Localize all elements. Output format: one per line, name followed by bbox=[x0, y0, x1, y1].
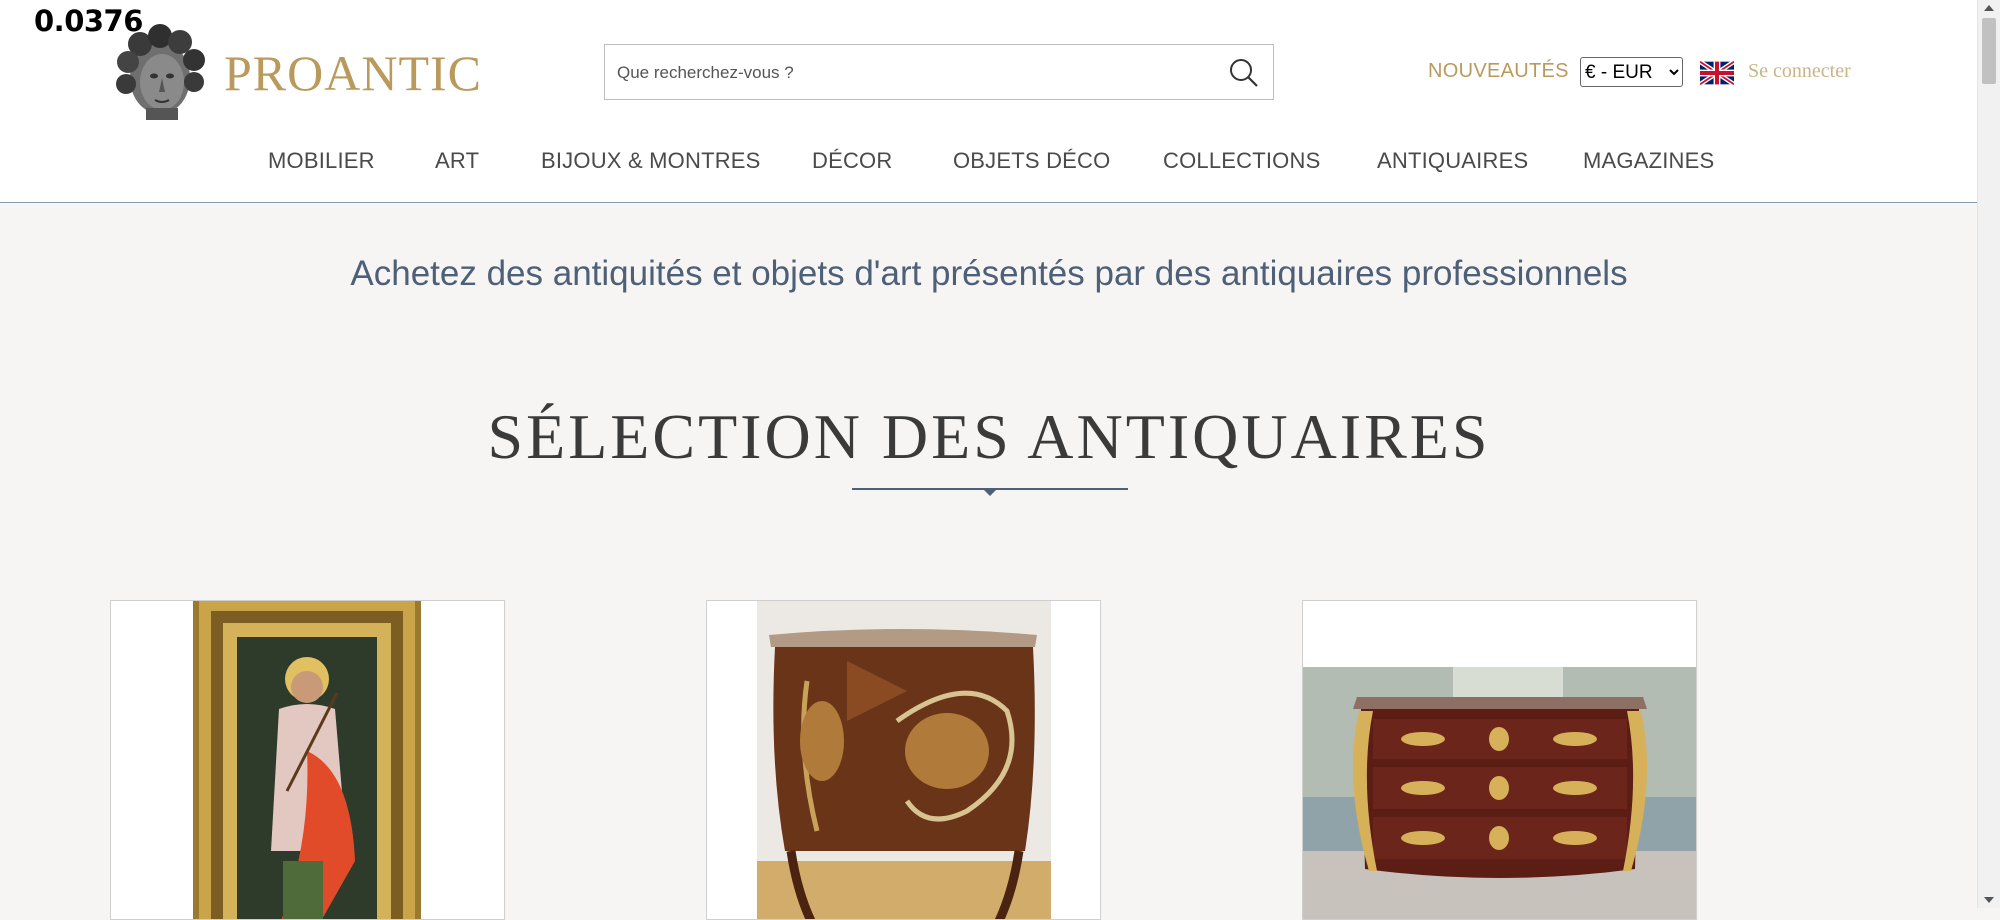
overlay-score: 0.0376 bbox=[34, 4, 143, 38]
login-link[interactable]: Se connecter bbox=[1748, 60, 1851, 83]
product-image[interactable] bbox=[707, 601, 1100, 920]
nav-item-bijoux-montres[interactable]: BIJOUX & MONTRES bbox=[541, 148, 761, 174]
scroll-up-icon[interactable] bbox=[1983, 3, 1995, 13]
nav-item-antiquaires[interactable]: ANTIQUAIRES bbox=[1377, 148, 1528, 174]
nav-item-decor[interactable]: DÉCOR bbox=[812, 148, 892, 174]
search-input[interactable] bbox=[615, 45, 1209, 101]
nav-item-objets-deco[interactable]: OBJETS DÉCO bbox=[953, 148, 1110, 174]
product-image[interactable] bbox=[1303, 601, 1696, 920]
product-image[interactable] bbox=[111, 601, 504, 920]
nav-item-magazines[interactable]: MAGAZINES bbox=[1583, 148, 1714, 174]
product-card[interactable] bbox=[1302, 600, 1697, 920]
product-card[interactable] bbox=[706, 600, 1101, 920]
nav-item-collections[interactable]: COLLECTIONS bbox=[1163, 148, 1320, 174]
site-header: 0.0376 PROANTIC NOUVEAUTÉS € - EUR Se bbox=[0, 0, 1978, 203]
search-icon[interactable] bbox=[1227, 57, 1259, 89]
nav-item-mobilier[interactable]: MOBILIER bbox=[268, 148, 375, 174]
title-divider bbox=[852, 488, 1128, 496]
brand-logo-text[interactable]: PROANTIC bbox=[224, 44, 482, 102]
nav-item-art[interactable]: ART bbox=[435, 148, 479, 174]
product-card[interactable] bbox=[110, 600, 505, 920]
scroll-down-icon[interactable] bbox=[1983, 895, 1995, 905]
tagline: Achetez des antiquités et objets d'art p… bbox=[350, 254, 1628, 293]
uk-flag-icon[interactable] bbox=[1700, 61, 1734, 85]
page-scrollbar[interactable] bbox=[1977, 0, 2000, 908]
main-nav: MOBILIER ART BIJOUX & MONTRES DÉCOR OBJE… bbox=[0, 148, 1978, 178]
new-arrivals-link[interactable]: NOUVEAUTÉS bbox=[1428, 60, 1569, 83]
search-box bbox=[604, 44, 1274, 101]
currency-select[interactable]: € - EUR bbox=[1580, 57, 1683, 87]
scrollbar-thumb[interactable] bbox=[1982, 18, 1996, 84]
section-title: SÉLECTION DES ANTIQUAIRES bbox=[487, 401, 1491, 472]
